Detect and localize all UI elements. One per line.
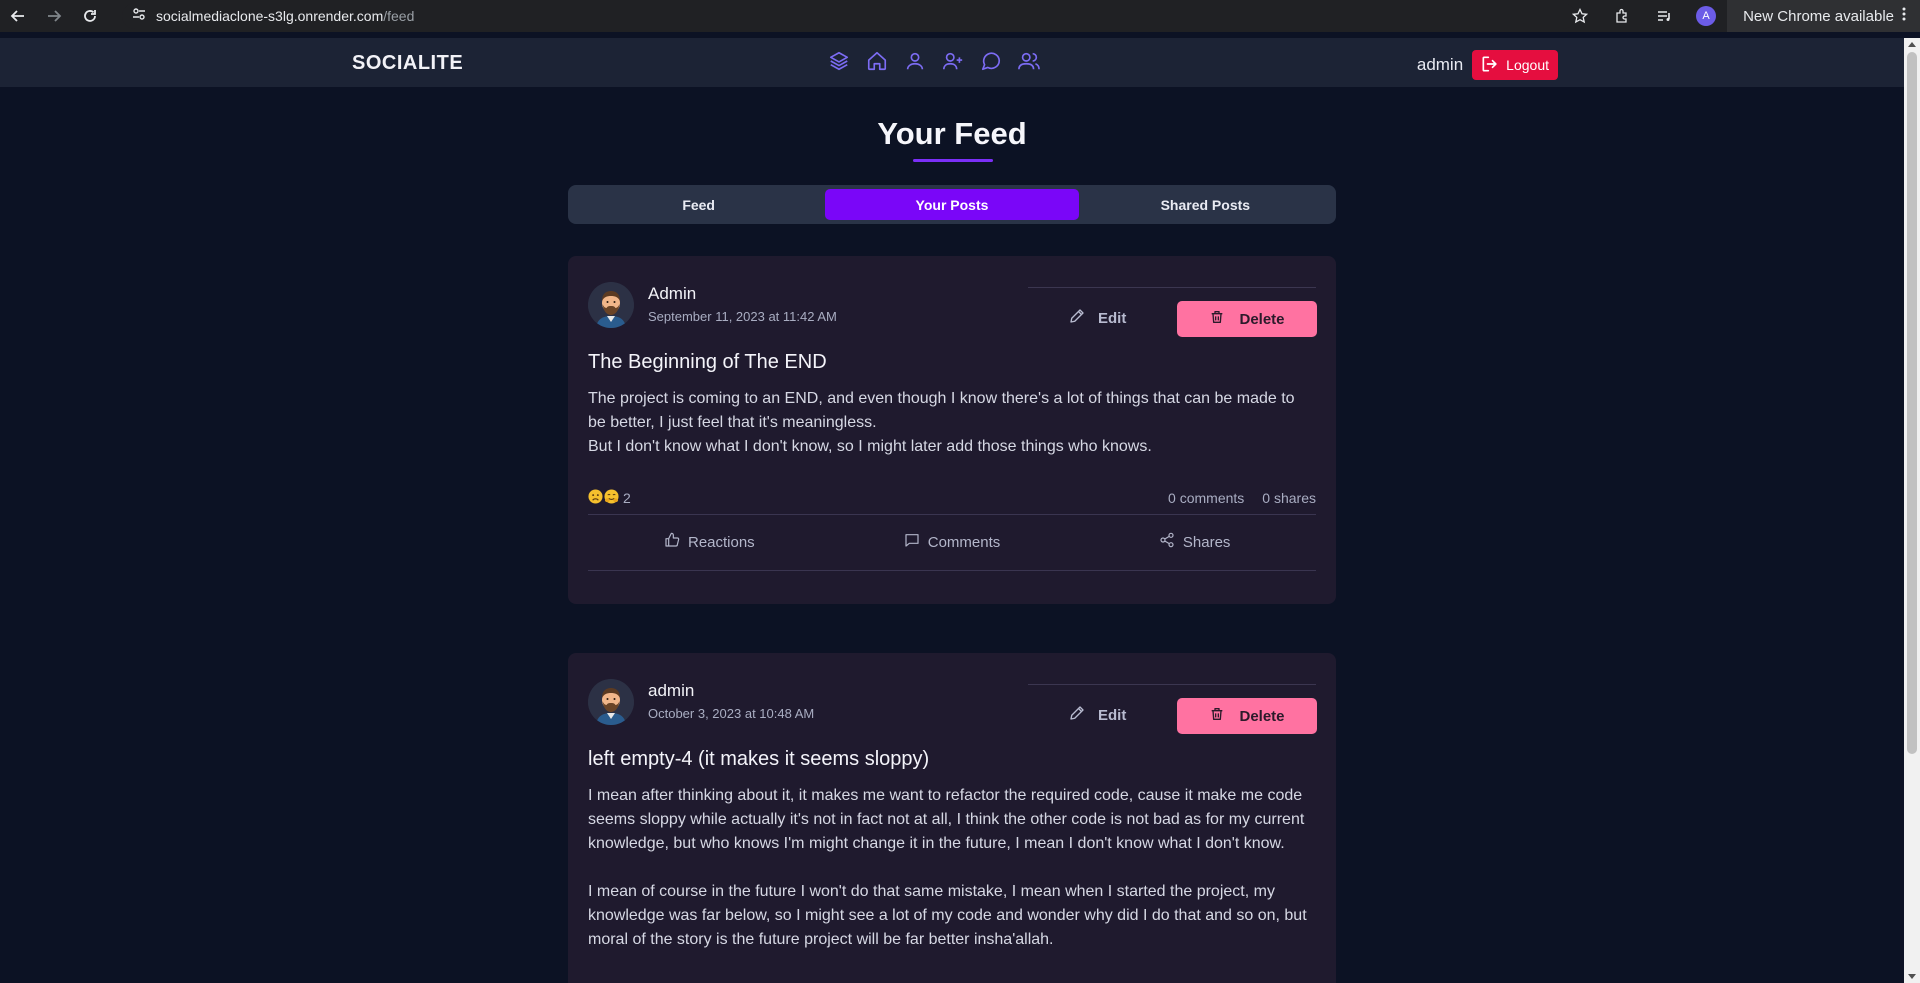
avatar[interactable]	[588, 679, 634, 725]
post-body: I mean after thinking about it, it makes…	[588, 784, 1316, 952]
delete-post-button[interactable]: Delete	[1177, 698, 1317, 734]
chrome-update-button[interactable]: New Chrome available	[1727, 0, 1920, 32]
tab-shared-posts[interactable]: Shared Posts	[1079, 189, 1332, 220]
comments-label: Comments	[927, 533, 1001, 551]
users-icon[interactable]	[1016, 48, 1042, 74]
trash-icon	[1209, 309, 1225, 329]
url-text: socialmediaclone-s3lg.onrender.com/feed	[156, 8, 414, 24]
browser-toolbar: socialmediaclone-s3lg.onrender.com/feed …	[0, 0, 1920, 32]
edit-label: Edit	[1098, 706, 1127, 724]
app-navbar: SOCIALITE admin Logout	[0, 38, 1904, 87]
reload-icon[interactable]	[72, 0, 108, 32]
post-paragraph: The project is coming to an END, and eve…	[588, 390, 1295, 431]
home-icon[interactable]	[864, 48, 890, 74]
post-author[interactable]: admin	[648, 681, 694, 701]
thumbs-up-icon	[664, 532, 680, 552]
hug-face-icon	[604, 489, 619, 507]
comment-count[interactable]: 0 comments	[1168, 490, 1244, 506]
media-control-icon[interactable]	[1643, 0, 1685, 32]
delete-label: Delete	[1239, 707, 1285, 725]
edit-post-button[interactable]: Edit	[1068, 697, 1126, 733]
divider	[588, 570, 1316, 571]
profile-initial: A	[1696, 6, 1717, 26]
user-plus-icon[interactable]	[940, 48, 966, 74]
divider	[1028, 684, 1316, 685]
logout-icon	[1480, 54, 1500, 77]
post-paragraph: But I don't know what I don't know, so I…	[588, 438, 1152, 455]
delete-post-button[interactable]: Delete	[1177, 301, 1317, 337]
share-icon	[1159, 532, 1175, 552]
avatar[interactable]	[588, 282, 634, 328]
scroll-up-arrow-icon[interactable]	[1908, 42, 1916, 47]
site-info-icon[interactable]	[132, 7, 146, 26]
post-paragraph: I mean of course in the future I won't d…	[588, 883, 1307, 948]
page-scrollbar[interactable]	[1904, 38, 1920, 983]
scroll-down-arrow-icon[interactable]	[1908, 974, 1916, 979]
reactions-summary: 2 0 comments 0 shares	[588, 486, 1316, 510]
post-body: The project is coming to an END, and eve…	[588, 387, 1316, 459]
forward-icon[interactable]	[36, 0, 72, 32]
comment-icon	[904, 532, 920, 552]
post-actions: Reactions Comments Shares	[588, 522, 1316, 562]
tab-your-posts[interactable]: Your Posts	[825, 189, 1079, 220]
post-card: admin October 3, 2023 at 10:48 AM Edit D…	[568, 653, 1336, 983]
current-username: admin	[1416, 55, 1464, 74]
logout-label: Logout	[1506, 57, 1549, 73]
edit-post-button[interactable]: Edit	[1068, 300, 1126, 336]
post-date: October 3, 2023 at 10:48 AM	[648, 706, 815, 721]
reaction-count: 2	[623, 490, 631, 506]
post-author[interactable]: Admin	[648, 284, 696, 304]
tab-feed[interactable]: Feed	[572, 189, 825, 220]
post-title: The Beginning of The END	[588, 351, 827, 373]
sad-face-icon	[588, 489, 603, 507]
profile-avatar[interactable]: A	[1685, 0, 1727, 32]
reaction-emojis[interactable]	[588, 489, 619, 507]
user-icon[interactable]	[902, 48, 928, 74]
comments-button[interactable]: Comments	[831, 532, 1074, 552]
share-count[interactable]: 0 shares	[1262, 490, 1316, 506]
delete-label: Delete	[1239, 310, 1285, 328]
chat-icon[interactable]	[978, 48, 1004, 74]
post-date: September 11, 2023 at 11:42 AM	[648, 309, 837, 324]
address-bar[interactable]: socialmediaclone-s3lg.onrender.com/feed	[122, 3, 1576, 29]
edit-label: Edit	[1098, 309, 1127, 327]
update-label: New Chrome available	[1743, 7, 1894, 25]
pencil-icon	[1068, 704, 1086, 726]
reactions-label: Reactions	[687, 533, 755, 551]
pencil-icon	[1068, 307, 1086, 329]
back-icon[interactable]	[0, 0, 36, 32]
title-underline	[913, 159, 993, 162]
shares-label: Shares	[1182, 533, 1231, 551]
shares-button[interactable]: Shares	[1073, 532, 1316, 552]
post-title: left empty-4 (it makes it seems sloppy)	[588, 748, 930, 770]
reactions-button[interactable]: Reactions	[588, 532, 831, 552]
trash-icon	[1209, 706, 1225, 726]
url-path: /feed	[383, 8, 415, 24]
logout-button[interactable]: Logout	[1472, 50, 1558, 80]
feed-tabs: Feed Your Posts Shared Posts	[568, 185, 1336, 224]
extensions-icon[interactable]	[1601, 0, 1643, 32]
scrollbar-thumb[interactable]	[1907, 52, 1917, 754]
post-paragraph: I mean after thinking about it, it makes…	[588, 787, 1305, 852]
more-vert-icon	[1902, 7, 1906, 25]
layers-icon[interactable]	[826, 48, 852, 74]
page-title: Your Feed	[877, 116, 1027, 151]
divider	[1028, 287, 1316, 288]
nav-icon-group	[826, 48, 1042, 74]
brand-logo[interactable]: SOCIALITE	[352, 52, 463, 75]
url-host: socialmediaclone-s3lg.onrender.com	[156, 8, 384, 24]
post-card: Admin September 11, 2023 at 11:42 AM Edi…	[568, 256, 1336, 604]
bookmark-star-icon[interactable]	[1559, 0, 1601, 32]
divider	[588, 514, 1316, 515]
